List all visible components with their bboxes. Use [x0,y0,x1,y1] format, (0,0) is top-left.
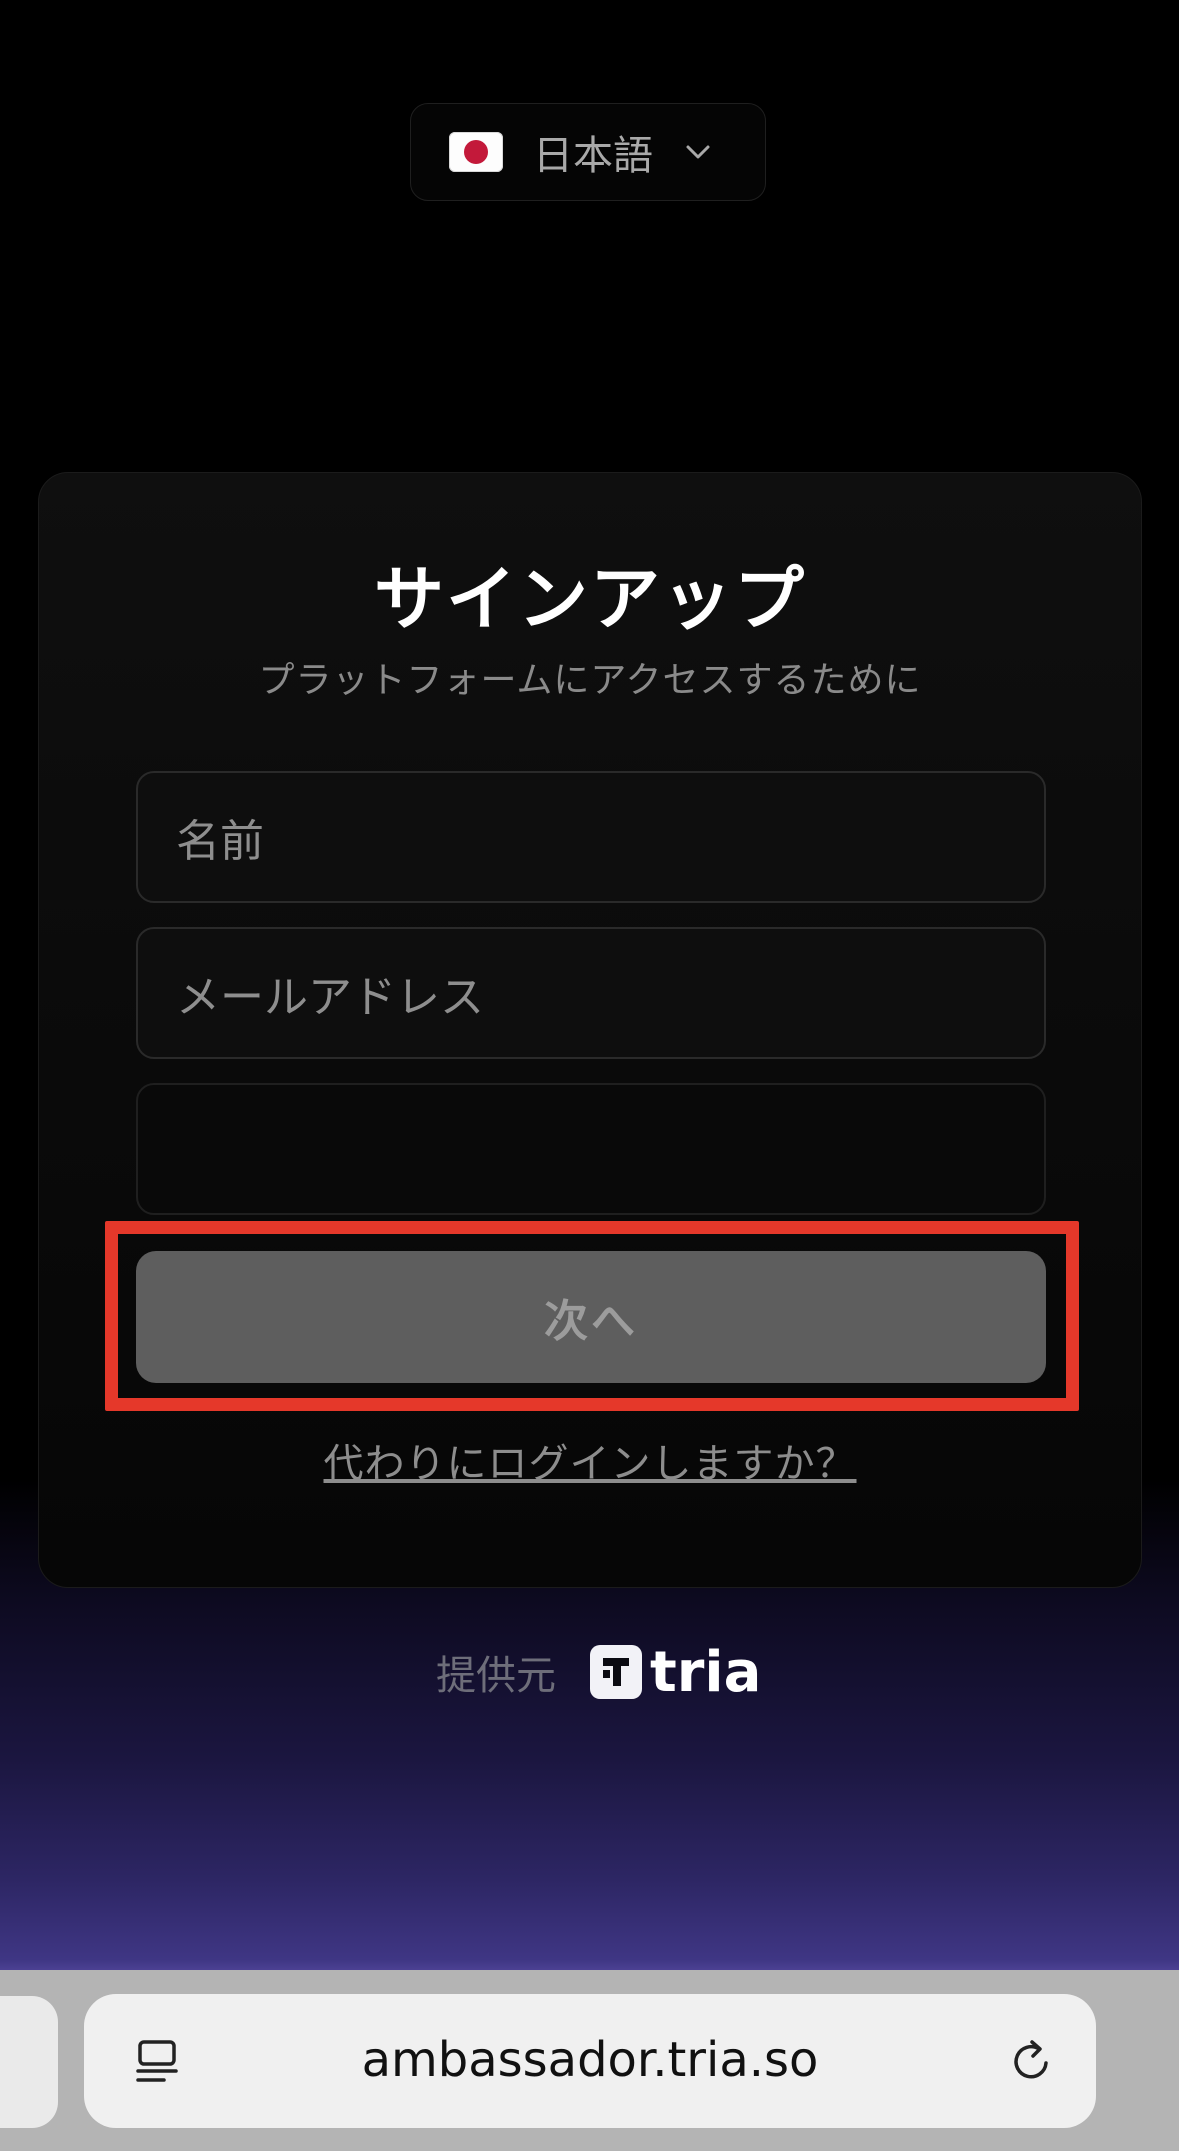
browser-toolbar: ambassador.tria.so [0,1970,1179,2151]
next-button[interactable]: 次へ [136,1251,1046,1383]
japan-flag-icon [449,132,503,172]
language-selector[interactable]: 日本語 [410,103,766,201]
powered-by: 提供元 tria [436,1639,762,1705]
name-placeholder: 名前 [176,816,264,867]
email-placeholder: メールアドレス [176,972,484,1023]
language-label: 日本語 [533,133,653,179]
address-bar[interactable]: ambassador.tria.so [84,1994,1096,2128]
previous-tab[interactable] [0,1996,58,2128]
powered-by-label: 提供元 [436,1653,556,1699]
login-link[interactable]: 代わりにログインしますか？ [39,1431,1141,1489]
tria-logo-icon [590,1645,642,1699]
signup-card: サインアップ プラットフォームにアクセスするために 名前 メールアドレス 次へ … [38,472,1142,1588]
email-field[interactable]: メールアドレス [136,927,1046,1059]
page-subtitle: プラットフォームにアクセスするために [258,660,922,701]
chevron-down-icon [686,145,710,159]
name-field[interactable]: 名前 [136,771,1046,903]
reload-icon[interactable] [1006,2036,1056,2086]
tria-brand: tria [650,1639,762,1705]
page-title: サインアップ [374,558,806,640]
url-text: ambassador.tria.so [361,2032,819,2088]
verification-widget[interactable] [136,1083,1046,1215]
